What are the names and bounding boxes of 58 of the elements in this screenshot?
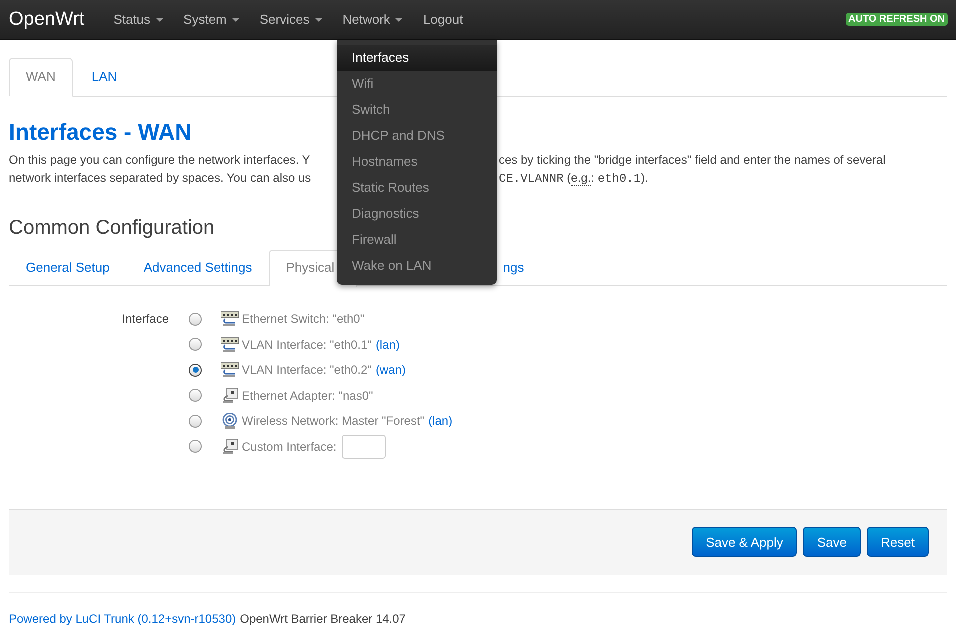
footer-link[interactable]: Powered by LuCI Trunk (0.12+svn-r10530) bbox=[9, 612, 236, 626]
page-title: Interfaces - WAN bbox=[9, 118, 192, 146]
network-adapter-icon bbox=[221, 438, 239, 455]
option-label: Ethernet Adapter: "nas0" bbox=[242, 388, 374, 403]
nav-menu[interactable]: Network bbox=[332, 0, 414, 39]
nav-menu[interactable]: Status bbox=[104, 0, 174, 39]
tab[interactable]: WAN bbox=[9, 58, 73, 97]
field-label: Interface bbox=[121, 311, 170, 328]
action-button[interactable]: Save bbox=[803, 527, 862, 558]
action-button[interactable]: Reset bbox=[867, 527, 929, 558]
network-adapter-icon bbox=[221, 388, 239, 404]
action-button[interactable]: Save & Apply bbox=[692, 527, 798, 558]
network-switch-icon bbox=[221, 336, 239, 353]
network-switch-icon bbox=[221, 311, 239, 327]
menu-item[interactable]: DHCP and DNS bbox=[337, 123, 497, 149]
footer-text: OpenWrt Barrier Breaker 14.07 bbox=[240, 612, 406, 626]
radio-button[interactable] bbox=[189, 389, 202, 402]
menu-item[interactable]: Hostnames bbox=[337, 149, 497, 175]
description-text: CE.VLANNR (e.g.: eth0.1). bbox=[499, 170, 648, 188]
section-title: Common Configuration bbox=[9, 216, 215, 240]
network-link[interactable]: (lan) bbox=[428, 414, 453, 428]
description-text: On this page you can configure the network interfaces. Y bbox=[9, 152, 312, 169]
network-link[interactable]: (lan) bbox=[376, 338, 400, 352]
status-badge: AUTO REFRESH ON bbox=[846, 13, 948, 26]
caret-icon bbox=[156, 18, 164, 22]
description-text: network interfaces separated by spaces. You can also us bbox=[9, 170, 312, 187]
menu-item[interactable]: Diagnostics bbox=[337, 201, 497, 227]
menu-item[interactable]: Switch bbox=[337, 97, 497, 123]
network-link[interactable]: (wan) bbox=[376, 363, 406, 378]
caret-icon bbox=[395, 18, 404, 22]
tab[interactable]: ngs bbox=[502, 250, 526, 286]
nav-menu[interactable]: Logout bbox=[413, 0, 474, 39]
menu-item[interactable]: Interfaces bbox=[337, 45, 497, 71]
brand-logo[interactable]: OpenWrt bbox=[9, 8, 85, 30]
radio-button[interactable] bbox=[189, 414, 202, 428]
option-label: VLAN Interface: "eth0.2" bbox=[242, 363, 372, 378]
option-label: Ethernet Switch: "eth0" bbox=[242, 312, 365, 326]
nav-menu[interactable]: System bbox=[174, 0, 250, 39]
option-label: Custom Interface: bbox=[242, 440, 337, 454]
caret-icon bbox=[314, 18, 323, 22]
tab[interactable]: General Setup bbox=[9, 250, 127, 286]
option-label: Wireless Network: Master "Forest" bbox=[242, 414, 425, 428]
menu-item[interactable]: Static Routes bbox=[337, 175, 497, 201]
tab[interactable]: Advanced Settings bbox=[126, 250, 270, 286]
radio-button[interactable] bbox=[189, 338, 202, 352]
nav-menu[interactable]: Services bbox=[250, 0, 333, 39]
caret-icon bbox=[232, 18, 240, 22]
menu-item[interactable]: Wifi bbox=[337, 71, 497, 97]
option-label: VLAN Interface: "eth0.1" bbox=[242, 338, 372, 352]
tab[interactable]: LAN bbox=[74, 58, 134, 96]
wireless-icon bbox=[221, 413, 239, 430]
network-switch-icon bbox=[221, 362, 239, 378]
input-field[interactable] bbox=[342, 434, 386, 459]
radio-button[interactable] bbox=[189, 440, 202, 454]
menu-item[interactable]: Firewall bbox=[337, 227, 497, 253]
description-text: ces by ticking the "bridge interfaces" field and enter the names of several bbox=[499, 152, 886, 169]
radio-button[interactable] bbox=[189, 364, 202, 377]
radio-button[interactable] bbox=[189, 312, 202, 326]
